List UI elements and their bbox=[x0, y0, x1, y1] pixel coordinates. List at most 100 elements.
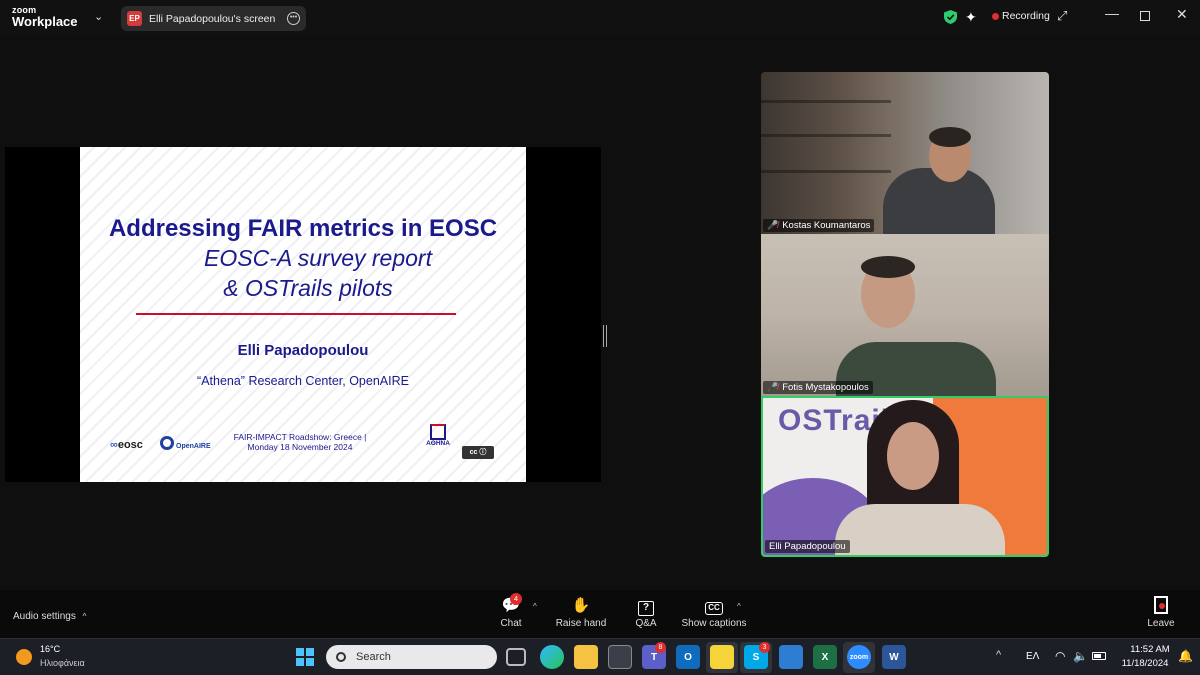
eosc-symbol: ∞ bbox=[110, 439, 118, 451]
tray-overflow-chevron-icon[interactable]: ^ bbox=[996, 649, 1001, 661]
chevron-down-icon[interactable]: ⌄ bbox=[94, 10, 103, 23]
chevron-up-icon: ^ bbox=[82, 612, 87, 621]
leave-label: Leave bbox=[1147, 618, 1175, 629]
participant-name-tag: Elli Papadopoulou bbox=[765, 540, 850, 553]
clock-date[interactable]: 11/18/2024 bbox=[1112, 658, 1178, 669]
photos-icon[interactable] bbox=[779, 645, 803, 669]
zoom-workplace-logo[interactable]: zoom Workplace bbox=[12, 5, 78, 29]
excel-icon[interactable]: X bbox=[813, 645, 837, 669]
participant-name-tag: 🎤̸ Kostas Koumantaros bbox=[763, 219, 875, 232]
presenter-avatar: EP bbox=[127, 11, 142, 26]
chat-options-chevron-icon[interactable]: ^ bbox=[533, 602, 537, 611]
brand-bottom: Workplace bbox=[12, 14, 78, 29]
windows-taskbar: 16°C Ηλιοφάνεια Search T 8 O S 3 X zoom … bbox=[0, 638, 1200, 675]
recording-dot-icon bbox=[992, 13, 999, 20]
minimize-icon[interactable]: — bbox=[1105, 5, 1119, 21]
skype-notification-badge: 3 bbox=[759, 642, 770, 653]
openaire-ring-icon bbox=[160, 436, 174, 450]
slide-subtitle-line2: & OSTrails pilots bbox=[223, 275, 393, 301]
participant-name-tag: 🎤̸ Fotis Mystakopoulos bbox=[763, 381, 873, 394]
eosc-logo: ∞eosc bbox=[110, 439, 143, 451]
raise-hand-label: Raise hand bbox=[555, 618, 607, 629]
edge-browser-icon[interactable] bbox=[540, 645, 564, 669]
more-options-icon[interactable]: ••• bbox=[287, 12, 300, 25]
search-icon bbox=[336, 652, 346, 662]
video-tile-kostas[interactable]: 🎤̸ Kostas Koumantaros bbox=[761, 72, 1049, 234]
creative-commons-badge: cc ⓘ bbox=[462, 446, 494, 459]
microsoft-store-icon[interactable] bbox=[608, 645, 632, 669]
taskbar-search-input[interactable]: Search bbox=[326, 645, 497, 669]
notification-bell-icon[interactable]: 🔔 bbox=[1178, 649, 1193, 663]
athena-logo: AΘHNA bbox=[420, 424, 456, 447]
teams-notification-badge: 8 bbox=[655, 642, 666, 653]
clock-time[interactable]: 11:52 AM bbox=[1120, 644, 1180, 655]
task-view-icon[interactable] bbox=[506, 648, 526, 666]
show-captions-label: Show captions bbox=[681, 618, 747, 629]
volume-icon[interactable]: 🔈 bbox=[1073, 649, 1088, 663]
weather-sun-icon[interactable] bbox=[16, 649, 32, 665]
audio-settings-button[interactable]: Audio settings ^ bbox=[13, 611, 86, 622]
slide-divider-rule bbox=[136, 313, 456, 315]
encryption-shield-icon[interactable] bbox=[944, 10, 957, 24]
chat-unread-badge: 4 bbox=[510, 593, 522, 605]
leave-door-icon bbox=[1146, 596, 1176, 616]
slide-subtitle-line1: EOSC-A survey report bbox=[204, 245, 432, 271]
raise-hand-button[interactable]: ✋ Raise hand bbox=[553, 596, 609, 629]
participant-name: Fotis Mystakopoulos bbox=[782, 382, 869, 393]
slide-affiliation: “Athena” Research Center, OpenAIRE bbox=[197, 374, 409, 388]
slide-event-line2: Monday 18 November 2024 bbox=[247, 442, 353, 452]
input-language-indicator[interactable]: ΕΛ bbox=[1026, 651, 1039, 662]
search-placeholder: Search bbox=[356, 651, 391, 663]
wifi-icon[interactable]: ◠ bbox=[1055, 649, 1065, 663]
video-tile-fotis[interactable]: 🎤̸ Fotis Mystakopoulos bbox=[761, 234, 1049, 396]
qa-button[interactable]: ? Q&A bbox=[631, 596, 661, 629]
battery-icon[interactable] bbox=[1092, 652, 1106, 660]
participant-body bbox=[835, 504, 1005, 555]
qa-label: Q&A bbox=[635, 618, 657, 629]
show-captions-button[interactable]: CC Show captions bbox=[681, 596, 747, 629]
windows-start-icon[interactable] bbox=[296, 648, 314, 666]
weather-temperature[interactable]: 16°C bbox=[40, 644, 60, 654]
participant-name: Kostas Koumantaros bbox=[782, 220, 871, 231]
question-icon: ? bbox=[631, 596, 661, 616]
presentation-slide: Addressing FAIR metrics in EOSC EOSC-A s… bbox=[80, 147, 526, 482]
weather-description[interactable]: Ηλιοφάνεια bbox=[40, 658, 85, 668]
openaire-text: OpenAIRE bbox=[176, 442, 211, 450]
openaire-logo: OpenAIRE bbox=[160, 436, 211, 450]
slide-author: Elli Papadopoulou bbox=[237, 342, 369, 359]
participant-hair bbox=[861, 256, 915, 278]
mic-muted-icon: 🎤̸ bbox=[767, 382, 779, 392]
screen-share-pill[interactable]: EP Elli Papadopoulou's screen ••• bbox=[121, 6, 306, 31]
word-icon[interactable]: W bbox=[882, 645, 906, 669]
resize-divider-handle[interactable] bbox=[603, 325, 607, 347]
zoom-app-icon[interactable]: zoom bbox=[847, 645, 871, 669]
file-explorer-icon[interactable] bbox=[574, 645, 598, 669]
participant-name: Elli Papadopoulou bbox=[769, 541, 846, 552]
chat-button[interactable]: 💬 4 Chat bbox=[497, 593, 525, 629]
slide-title: Addressing FAIR metrics in EOSC bbox=[108, 215, 498, 242]
title-bar: zoom Workplace ⌄ EP Elli Papadopoulou's … bbox=[0, 0, 1200, 35]
bookshelf-line bbox=[761, 170, 891, 173]
audio-settings-label: Audio settings bbox=[13, 611, 76, 622]
slide-event-line1: FAIR-IMPACT Roadshow: Greece | bbox=[233, 432, 367, 442]
hand-icon: ✋ bbox=[571, 597, 591, 614]
ai-companion-sparkle-icon[interactable]: ✦ bbox=[965, 9, 977, 26]
close-icon[interactable]: ✕ bbox=[1176, 6, 1188, 23]
video-tile-elli-active-speaker[interactable]: OSTrails Elli Papadopoulou bbox=[761, 396, 1049, 557]
outlook-icon[interactable]: O bbox=[676, 645, 700, 669]
participant-head bbox=[887, 422, 939, 490]
maximize-icon[interactable] bbox=[1140, 11, 1150, 21]
chat-label: Chat bbox=[500, 618, 522, 629]
athena-text: AΘHNA bbox=[426, 440, 450, 447]
captions-options-chevron-icon[interactable]: ^ bbox=[737, 602, 741, 611]
recording-label[interactable]: Recording bbox=[1002, 10, 1050, 22]
fullscreen-expand-icon[interactable]: ⤢ bbox=[1057, 8, 1067, 24]
leave-button[interactable]: Leave bbox=[1146, 596, 1176, 629]
participant-hair bbox=[929, 127, 971, 147]
shared-screen-area: Addressing FAIR metrics in EOSC EOSC-A s… bbox=[5, 147, 601, 482]
mic-muted-icon: 🎤̸ bbox=[767, 220, 779, 230]
bookshelf-line bbox=[761, 100, 891, 103]
sticky-notes-icon[interactable] bbox=[710, 645, 734, 669]
zoom-meeting-window: zoom Workplace ⌄ EP Elli Papadopoulou's … bbox=[0, 0, 1200, 675]
eosc-text: eosc bbox=[117, 439, 143, 451]
